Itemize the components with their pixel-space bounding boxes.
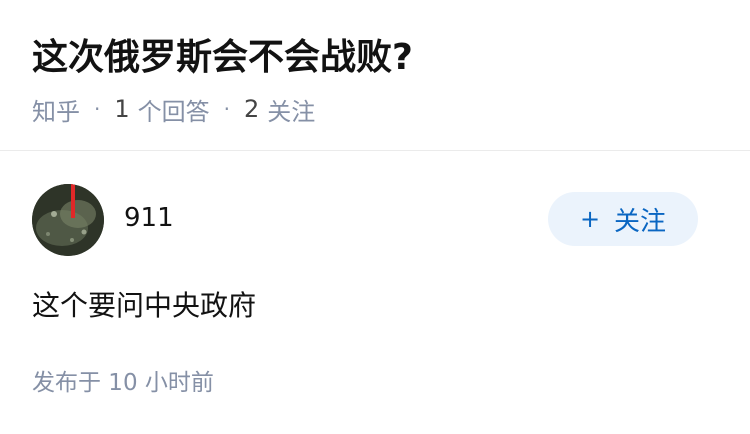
follow-count-label: 关注 (267, 97, 316, 126)
answer-card: 911 + 关注 这个要问中央政府 发布于 10 小时前 (0, 151, 750, 434)
question-header: 这次俄罗斯会不会战败? 知乎 · 1 个回答 · 2 关注 (0, 0, 750, 151)
author-name[interactable]: 911 (124, 201, 174, 235)
answer-count-label: 个回答 (137, 97, 210, 126)
publish-time: 发布于 10 小时前 (32, 370, 214, 396)
follow-count: 2 (244, 95, 260, 123)
avatar-image (32, 184, 104, 256)
answer-count: 1 (114, 95, 130, 123)
follow-button[interactable]: + 关注 (548, 192, 698, 246)
answer-content[interactable]: 这个要问中央政府 (32, 287, 256, 325)
plus-icon: + (579, 205, 601, 233)
follow-button-label: 关注 (614, 206, 667, 237)
meta-separator: · (94, 97, 101, 121)
question-title[interactable]: 这次俄罗斯会不会战败? (32, 34, 413, 82)
meta-separator: · (223, 97, 230, 121)
question-meta: 知乎 · 1 个回答 · 2 关注 (32, 92, 315, 126)
source-label: 知乎 (32, 97, 80, 126)
avatar[interactable] (32, 184, 104, 256)
